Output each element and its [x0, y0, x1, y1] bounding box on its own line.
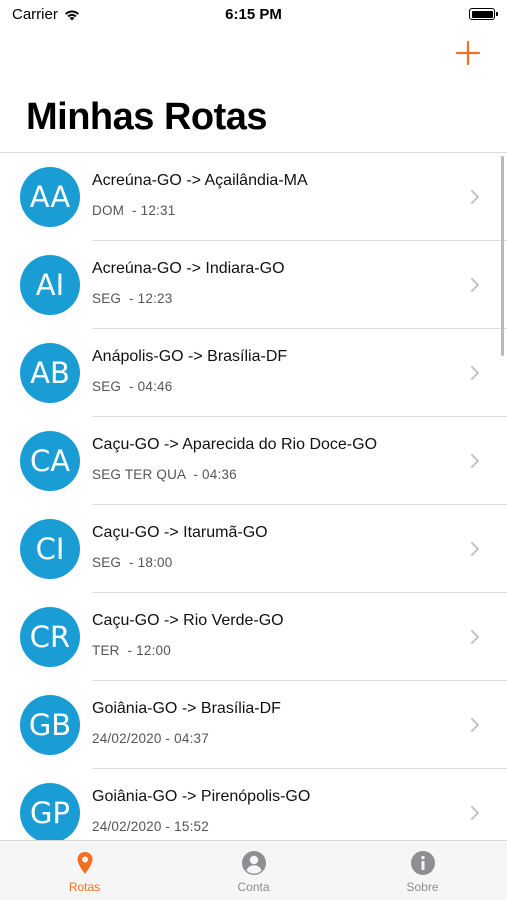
tab-label: Conta: [237, 880, 270, 894]
chevron-right-icon: [471, 366, 479, 380]
route-schedule: SEG - 12:23: [92, 291, 173, 306]
chevron-right-icon: [471, 806, 479, 820]
route-title: Goiânia-GO -> Brasília-DF: [92, 700, 281, 717]
tab-conta[interactable]: Conta: [169, 841, 338, 900]
battery-icon: [469, 8, 498, 20]
route-row[interactable]: AI Acreúna-GO -> Indiara-GO SEG - 12:23: [0, 241, 507, 329]
route-avatar: CR: [20, 607, 80, 667]
chevron-right-icon: [471, 454, 479, 468]
route-schedule: 24/02/2020 - 04:37: [92, 731, 209, 746]
route-title: Anápolis-GO -> Brasília-DF: [92, 348, 288, 365]
route-avatar: GP: [20, 783, 80, 840]
page-title: Minhas Rotas: [26, 96, 268, 138]
chevron-right-icon: [471, 718, 479, 732]
route-avatar: CA: [20, 431, 80, 491]
route-schedule: TER - 12:00: [92, 643, 171, 658]
add-route-button[interactable]: [455, 40, 481, 66]
scroll-indicator[interactable]: [501, 156, 504, 356]
route-schedule: SEG - 04:46: [92, 379, 173, 394]
status-bar: Carrier 6:15 PM: [0, 0, 507, 30]
route-avatar: AB: [20, 343, 80, 403]
route-title: Acreúna-GO -> Indiara-GO: [92, 260, 285, 277]
tab-label: Rotas: [68, 880, 101, 894]
chevron-right-icon: [471, 190, 479, 204]
route-row[interactable]: AA Acreúna-GO -> Açailândia-MA DOM - 12:…: [0, 153, 507, 241]
tab-sobre[interactable]: Sobre: [338, 841, 507, 900]
tab-label: Sobre: [406, 880, 439, 894]
route-avatar: CI: [20, 519, 80, 579]
route-schedule: DOM - 12:31: [92, 203, 176, 218]
routes-list[interactable]: AA Acreúna-GO -> Açailândia-MA DOM - 12:…: [0, 152, 507, 840]
route-schedule: 24/02/2020 - 15:52: [92, 819, 209, 834]
route-title: Goiânia-GO -> Pirenópolis-GO: [92, 788, 311, 805]
route-row[interactable]: GB Goiânia-GO -> Brasília-DF 24/02/2020 …: [0, 681, 507, 769]
person-icon: [241, 851, 266, 875]
route-title: Caçu-GO -> Aparecida do Rio Doce-GO: [92, 436, 378, 453]
route-row[interactable]: GP Goiânia-GO -> Pirenópolis-GO 24/02/20…: [0, 769, 507, 840]
route-title: Caçu-GO -> Itarumã-GO: [92, 524, 268, 541]
tab-rotas[interactable]: Rotas: [0, 841, 169, 900]
route-avatar: GB: [20, 695, 80, 755]
chevron-right-icon: [471, 542, 479, 556]
route-schedule: SEG - 18:00: [92, 555, 173, 570]
route-title: Acreúna-GO -> Açailândia-MA: [92, 172, 308, 189]
route-row[interactable]: CA Caçu-GO -> Aparecida do Rio Doce-GO S…: [0, 417, 507, 505]
location-pin-icon: [77, 852, 92, 874]
route-avatar: AI: [20, 255, 80, 315]
status-time: 6:15 PM: [225, 6, 282, 23]
tab-bar: Rotas Conta Sobre: [0, 840, 507, 900]
route-schedule: SEG TER QUA - 04:36: [92, 467, 237, 482]
route-avatar: AA: [20, 167, 80, 227]
route-row[interactable]: CR Caçu-GO -> Rio Verde-GO TER - 12:00: [0, 593, 507, 681]
route-title: Caçu-GO -> Rio Verde-GO: [92, 612, 284, 629]
route-row[interactable]: AB Anápolis-GO -> Brasília-DF SEG - 04:4…: [0, 329, 507, 417]
info-icon: [410, 851, 435, 875]
route-row[interactable]: CI Caçu-GO -> Itarumã-GO SEG - 18:00: [0, 505, 507, 593]
chevron-right-icon: [471, 278, 479, 292]
chevron-right-icon: [471, 630, 479, 644]
